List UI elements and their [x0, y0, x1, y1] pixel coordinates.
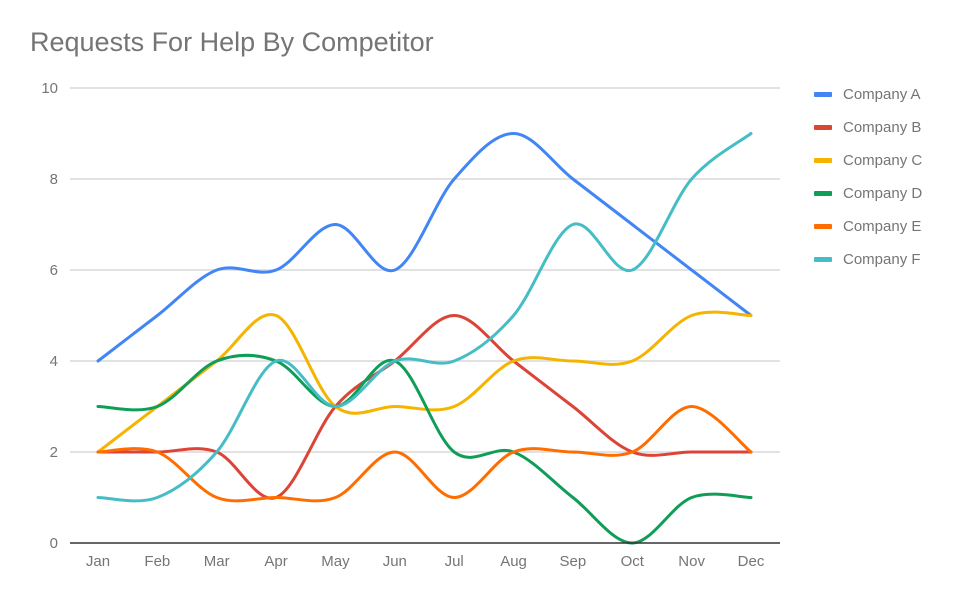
series-lines: [96, 132, 753, 545]
legend-swatch: [814, 191, 832, 196]
y-tick-label: 2: [50, 444, 58, 461]
x-tick-label: Jun: [383, 553, 407, 570]
x-tick-label: May: [321, 553, 350, 570]
legend-swatch: [814, 224, 832, 229]
legend-item-company-b[interactable]: Company B: [814, 111, 922, 144]
legend-item-company-c[interactable]: Company C: [814, 144, 922, 177]
legend: Company A Company B Company C Company D Comp…: [814, 78, 922, 276]
x-tick-label: Apr: [264, 553, 287, 570]
series-line-company-f[interactable]: [96, 132, 753, 503]
legend-item-company-f[interactable]: Company F: [814, 243, 922, 276]
legend-swatch: [814, 257, 832, 262]
series-line-company-e[interactable]: [96, 405, 753, 503]
gridlines: [70, 87, 780, 453]
legend-item-company-e[interactable]: Company E: [814, 210, 922, 243]
legend-item-company-a[interactable]: Company A: [814, 78, 922, 111]
x-tick-label: Oct: [621, 553, 645, 570]
x-tick-label: Dec: [738, 553, 765, 570]
x-tick-label: Jan: [86, 553, 110, 570]
y-tick-label: 0: [50, 535, 58, 552]
x-tick-label: Nov: [678, 553, 705, 570]
y-axis-ticks: 0 2 4 6 8 10: [41, 80, 58, 552]
legend-label: Company F: [843, 251, 921, 268]
legend-label: Company E: [843, 218, 922, 235]
x-tick-label: Sep: [560, 553, 587, 570]
legend-label: Company C: [843, 152, 923, 169]
x-axis-ticks: Jan Feb Mar Apr May Jun Jul Aug Sep Oct Nov Dec: [86, 553, 765, 570]
legend-label: Company B: [843, 119, 922, 136]
legend-swatch: [814, 125, 832, 130]
y-tick-label: 6: [50, 262, 58, 279]
y-tick-label: 4: [50, 353, 58, 370]
legend-swatch: [814, 92, 832, 97]
x-tick-label: Jul: [445, 553, 464, 570]
x-tick-label: Aug: [500, 553, 527, 570]
legend-label: Company A: [843, 86, 921, 103]
x-tick-label: Feb: [144, 553, 170, 570]
legend-swatch: [814, 158, 832, 163]
y-tick-label: 10: [41, 80, 58, 97]
x-tick-label: Mar: [204, 553, 230, 570]
y-tick-label: 8: [50, 171, 58, 188]
legend-label: Company D: [843, 185, 923, 202]
legend-item-company-d[interactable]: Company D: [814, 177, 922, 210]
